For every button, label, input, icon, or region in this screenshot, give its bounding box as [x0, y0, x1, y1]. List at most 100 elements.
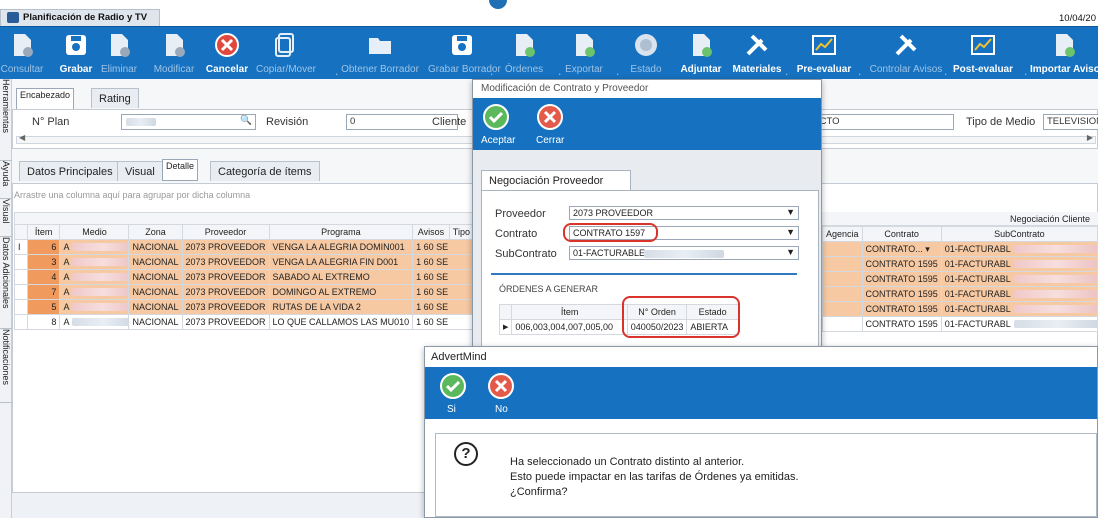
subcontrato-cell[interactable]: 01-FACTURABL: [940, 316, 1098, 332]
proveedor-select[interactable]: 2073 PROVEEDOR ▼: [569, 206, 799, 220]
contrato-cell[interactable]: CONTRATO 1595: [861, 271, 942, 287]
avisos-cell[interactable]: 1 60 SE: [412, 284, 474, 300]
medio-cell[interactable]: A: [59, 314, 130, 330]
item-cell[interactable]: 3: [26, 254, 61, 270]
subcontrato-select[interactable]: 01-FACTURABLE- ▼: [569, 246, 799, 260]
programa-cell[interactable]: SABADO AL EXTREMO: [268, 269, 414, 285]
app-tab[interactable]: Planificación de Radio y TV: [0, 9, 160, 26]
subcontrato-cell[interactable]: 01-FACTURABL: [940, 256, 1098, 272]
accept-button-label[interactable]: Aceptar: [481, 135, 515, 146]
col-tipo[interactable]: Tipo: [448, 224, 475, 240]
tab-visual[interactable]: Visual: [117, 161, 163, 181]
agencia-cell[interactable]: [822, 256, 863, 272]
item-cell[interactable]: 7: [26, 284, 61, 300]
zona-cell[interactable]: NACIONAL: [128, 299, 183, 315]
plan-number-field[interactable]: 🔍: [121, 114, 256, 130]
vtab-visual[interactable]: Visual: [0, 199, 12, 237]
programa-cell[interactable]: RUTAS DE LA VIDA 2: [268, 299, 414, 315]
tab-categoria-items[interactable]: Categoría de ítems: [210, 161, 320, 181]
col-medio[interactable]: Medio: [59, 224, 130, 240]
zona-cell[interactable]: NACIONAL: [128, 239, 183, 255]
accept-check-icon[interactable]: [483, 104, 509, 130]
subcontrato-cell[interactable]: 01-FACTURABL: [940, 301, 1098, 317]
vtab-ayuda[interactable]: Ayuda: [0, 161, 12, 199]
medio-cell[interactable]: A: [59, 269, 130, 285]
toolbar-button-8[interactable]: Órdenes: [497, 26, 551, 79]
media-type-field[interactable]: TELEVISION: [1043, 114, 1098, 130]
tab-negociacion-proveedor[interactable]: Negociación Proveedor: [481, 170, 631, 191]
row-indicator[interactable]: [14, 314, 28, 330]
toolbar-button-11[interactable]: Adjuntar: [676, 26, 726, 79]
proveedor-cell[interactable]: 2073 PROVEEDOR: [181, 239, 270, 255]
programa-cell[interactable]: VENGA LA ALEGRIA FIN D001: [268, 254, 414, 270]
zona-cell[interactable]: NACIONAL: [128, 269, 183, 285]
vtab-notificaciones[interactable]: Notificaciones: [0, 329, 12, 403]
toolbar-button-10[interactable]: Estado: [624, 26, 668, 79]
tab-datos-principales[interactable]: Datos Principales: [19, 161, 121, 181]
proveedor-cell[interactable]: 2073 PROVEEDOR: [181, 299, 270, 315]
col-proveedor[interactable]: Proveedor: [181, 224, 270, 240]
no-x-icon[interactable]: [488, 373, 514, 399]
toolbar-button-5[interactable]: Copiar/Mover: [255, 26, 317, 79]
proveedor-cell[interactable]: 2073 PROVEEDOR: [181, 314, 270, 330]
contrato-cell[interactable]: CONTRATO 1595: [861, 256, 942, 272]
table-row[interactable]: CONTRATO 1595 01-FACTURABL: [822, 271, 1098, 287]
avisos-cell[interactable]: 1 60 SE: [412, 254, 474, 270]
subcontrato-cell[interactable]: 01-FACTURABL: [940, 286, 1098, 302]
col-orders-item[interactable]: Ítem: [511, 304, 628, 320]
proveedor-cell[interactable]: 2073 PROVEEDOR: [181, 284, 270, 300]
programa-cell[interactable]: DOMINGO AL EXTREMO: [268, 284, 414, 300]
programa-cell[interactable]: VENGA LA ALEGRIA DOMIN001: [268, 239, 414, 255]
product-field[interactable]: ICTO: [814, 114, 954, 130]
toolbar-button-13[interactable]: Pre-evaluar: [795, 26, 853, 79]
subcontrato-cell[interactable]: 01-FACTURABL: [940, 271, 1098, 287]
toolbar-button-9[interactable]: Exportar: [560, 26, 608, 79]
tab-detalle[interactable]: Detalle: [162, 159, 199, 181]
no-button-label[interactable]: No: [495, 404, 508, 415]
toolbar-button-4[interactable]: Cancelar: [203, 26, 251, 79]
search-icon[interactable]: 🔍: [240, 115, 252, 126]
tab-encabezado[interactable]: Encabezado: [16, 88, 75, 110]
scroll-left-icon[interactable]: ◀: [19, 133, 25, 142]
agencia-cell[interactable]: [822, 241, 863, 257]
vtab-herramientas[interactable]: Herramientas: [0, 79, 12, 161]
col-zona[interactable]: Zona: [128, 224, 183, 240]
proveedor-cell[interactable]: 2073 PROVEEDOR: [181, 269, 270, 285]
close-button-label[interactable]: Cerrar: [536, 135, 564, 146]
agencia-cell[interactable]: [822, 301, 863, 317]
toolbar-button-1[interactable]: Grabar: [56, 26, 96, 79]
agencia-cell[interactable]: [822, 286, 863, 302]
table-row[interactable]: CONTRATO 1595 01-FACTURABL: [822, 256, 1098, 272]
table-row[interactable]: 5 A NACIONAL 2073 PROVEEDOR RUTAS DE LA VIDA…: [14, 299, 474, 315]
col-agencia[interactable]: Agencia: [822, 226, 863, 242]
vtab-datos-adicionales[interactable]: Datos Adicionales: [0, 237, 12, 329]
table-row[interactable]: CONTRATO 1595 01-FACTURABL: [822, 316, 1098, 332]
toolbar-button-14[interactable]: Controlar Avisos: [868, 26, 944, 79]
medio-cell[interactable]: A: [59, 284, 130, 300]
yes-check-icon[interactable]: [440, 373, 466, 399]
zona-cell[interactable]: NACIONAL: [128, 314, 183, 330]
medio-cell[interactable]: A: [59, 299, 130, 315]
avisos-cell[interactable]: 1 60 SE: [412, 299, 474, 315]
col-avisos[interactable]: Avisos: [412, 224, 450, 240]
yes-button-label[interactable]: Si: [447, 404, 456, 415]
table-row[interactable]: 3 A NACIONAL 2073 PROVEEDOR VENGA LA ALEGRIA…: [14, 254, 474, 270]
scroll-right-icon[interactable]: ▶: [1087, 133, 1093, 142]
agencia-cell[interactable]: [822, 316, 863, 332]
item-cell[interactable]: 5: [26, 299, 61, 315]
agencia-cell[interactable]: [822, 271, 863, 287]
table-row[interactable]: CONTRATO 1595 01-FACTURABL: [822, 286, 1098, 302]
contrato-cell[interactable]: CONTRATO 1595: [861, 316, 942, 332]
col-contrato[interactable]: Contrato: [861, 226, 942, 242]
col-programa[interactable]: Programa: [268, 224, 414, 240]
avisos-cell[interactable]: 1 60 SE: [412, 269, 474, 285]
tab-rating[interactable]: Rating: [91, 88, 139, 108]
row-indicator[interactable]: [14, 284, 28, 300]
orders-items-cell[interactable]: 006,003,004,007,005,00: [511, 319, 628, 335]
contrato-cell[interactable]: CONTRATO 1595: [861, 286, 942, 302]
table-row[interactable]: I 6 A NACIONAL 2073 PROVEEDOR VENGA LA ALEGRI…: [14, 239, 474, 255]
contrato-cell[interactable]: CONTRATO 1595: [861, 301, 942, 317]
table-row[interactable]: 4 A NACIONAL 2073 PROVEEDOR SABADO AL EXTREM…: [14, 269, 474, 285]
item-cell[interactable]: 8: [26, 314, 61, 330]
zona-cell[interactable]: NACIONAL: [128, 254, 183, 270]
